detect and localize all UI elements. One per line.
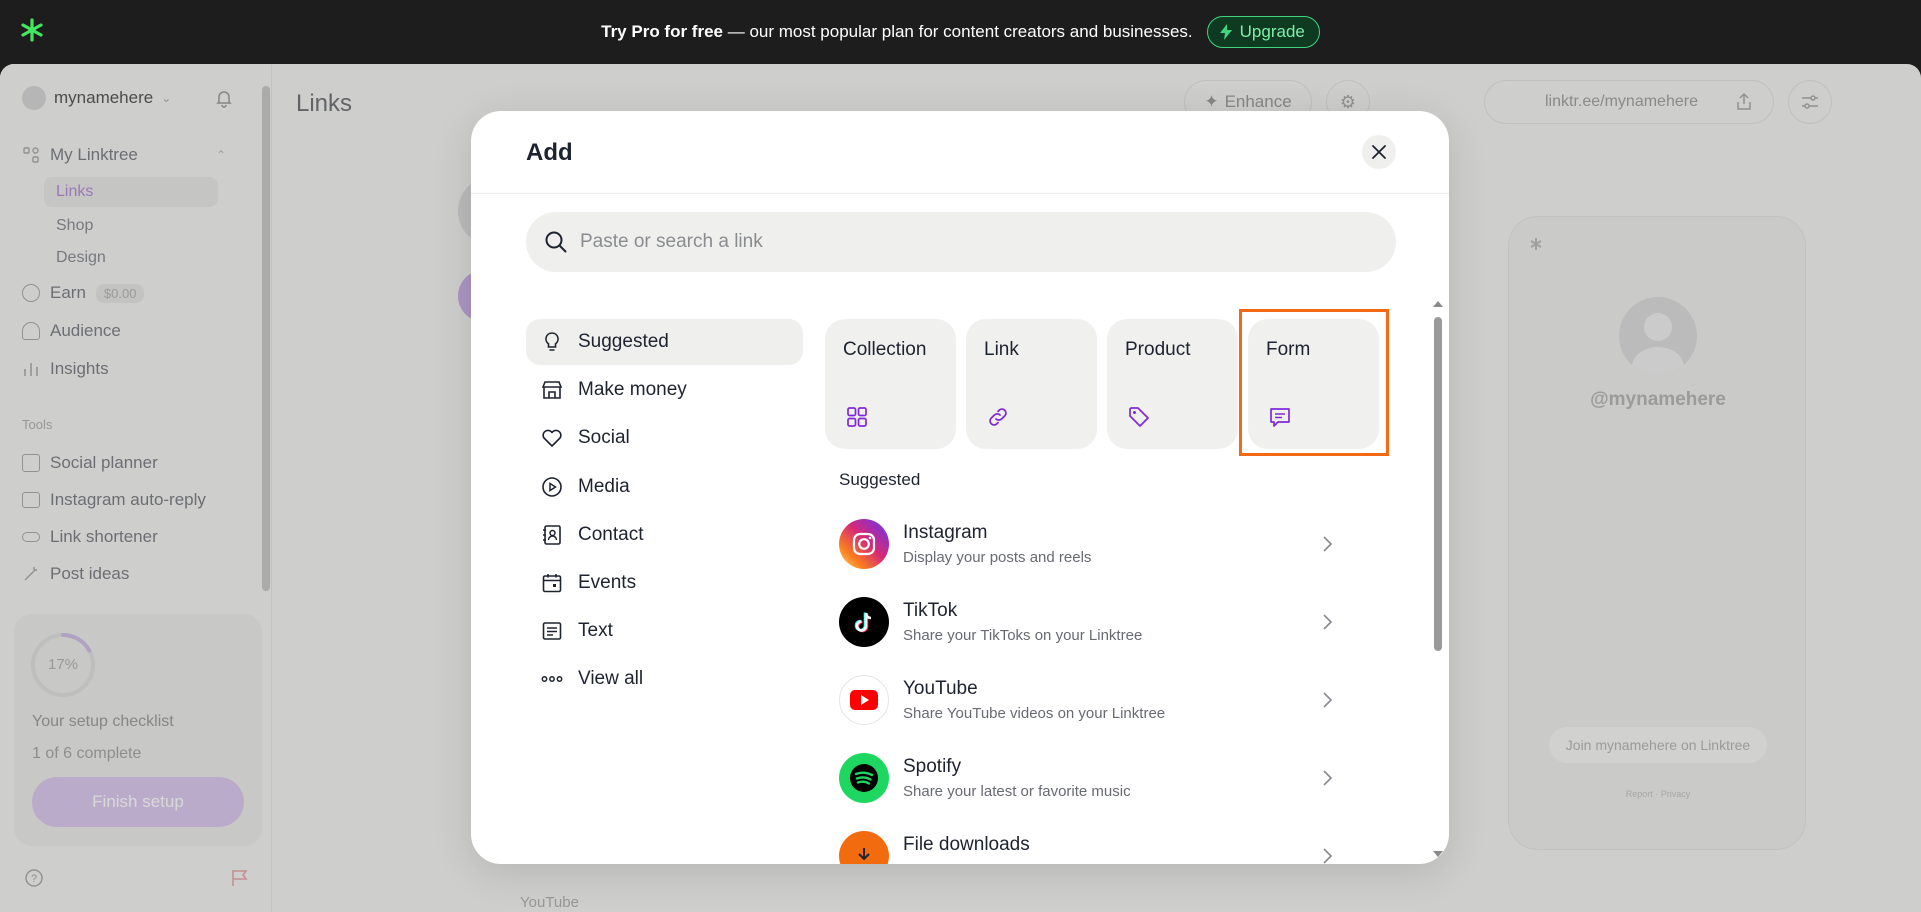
- category-list: Suggested Make money Social Media Contac…: [526, 319, 803, 705]
- close-button[interactable]: [1362, 135, 1396, 169]
- upgrade-label: Upgrade: [1239, 22, 1305, 41]
- storefront-icon: [541, 381, 563, 399]
- linktree-logo-icon[interactable]: [20, 18, 44, 42]
- category-view-all[interactable]: View all: [526, 656, 803, 702]
- category-text[interactable]: Text: [526, 608, 803, 654]
- category-label: Make money: [578, 379, 687, 401]
- scroll-up-arrow[interactable]: [1433, 301, 1443, 307]
- chevron-right-icon: [1323, 536, 1333, 552]
- lightbulb-icon: [545, 332, 559, 351]
- heart-icon: [542, 429, 562, 448]
- category-social[interactable]: Social: [526, 415, 803, 461]
- category-label: View all: [578, 668, 644, 690]
- suggestion-name: YouTube: [903, 678, 978, 699]
- suggested-list: Instagram Display your posts and reels T…: [839, 519, 1359, 864]
- tile-link[interactable]: Link: [966, 319, 1097, 449]
- list-item-spotify[interactable]: Spotify Share your latest or favorite mu…: [839, 753, 1359, 831]
- suggestion-desc: Share your TikToks on your Linktree: [903, 627, 1143, 644]
- chevron-right-icon: [1323, 770, 1333, 786]
- calendar-icon: [542, 573, 562, 593]
- grid-icon: [847, 407, 867, 427]
- suggestion-desc: Share your latest or favorite music: [903, 783, 1131, 800]
- category-label: Contact: [578, 523, 644, 545]
- suggestion-desc: Display your posts and reels: [903, 549, 1092, 566]
- form-tile-highlight: [1239, 309, 1389, 456]
- tile-product[interactable]: Product: [1107, 319, 1238, 449]
- suggested-heading: Suggested: [839, 470, 921, 489]
- tile-label: Collection: [843, 339, 927, 360]
- category-media[interactable]: Media: [526, 464, 803, 510]
- chevron-right-icon: [1323, 692, 1333, 708]
- list-item-tiktok[interactable]: TikTok Share your TikToks on your Linktr…: [839, 597, 1359, 675]
- category-contact[interactable]: Contact: [526, 512, 803, 558]
- tile-label: Product: [1125, 339, 1191, 360]
- category-label: Media: [578, 475, 630, 497]
- add-dialog: Add Suggested Make money Social Media Co…: [471, 111, 1449, 864]
- list-item-file-downloads[interactable]: File downloads: [839, 831, 1359, 864]
- more-dots-icon: [541, 676, 563, 683]
- search-bar[interactable]: [526, 212, 1396, 272]
- category-make-money[interactable]: Make money: [526, 367, 803, 413]
- category-label: Events: [578, 571, 637, 593]
- list-item-instagram[interactable]: Instagram Display your posts and reels: [839, 519, 1359, 597]
- category-events[interactable]: Events: [526, 560, 803, 606]
- scroll-down-arrow[interactable]: [1433, 851, 1443, 857]
- play-icon: [542, 476, 562, 497]
- suggestion-desc: Share YouTube videos on your Linktree: [903, 705, 1166, 722]
- tag-icon: [1129, 407, 1149, 427]
- download-icon: [839, 831, 889, 864]
- search-input[interactable]: [580, 231, 1360, 253]
- dialog-scrollbar[interactable]: [1434, 317, 1442, 651]
- suggestion-name: Instagram: [903, 522, 988, 543]
- upgrade-button[interactable]: Upgrade: [1206, 16, 1320, 48]
- category-label: Text: [578, 620, 613, 642]
- tile-label: Link: [984, 339, 1019, 360]
- youtube-icon: [839, 675, 889, 725]
- category-suggested[interactable]: Suggested: [526, 319, 803, 365]
- category-label: Social: [578, 427, 630, 449]
- instagram-icon: [839, 519, 889, 569]
- tile-collection[interactable]: Collection: [825, 319, 956, 449]
- spotify-icon: [839, 753, 889, 803]
- suggestion-name: File downloads: [903, 834, 1030, 855]
- suggestion-name: TikTok: [903, 600, 958, 621]
- promo-text: Try Pro for free — our most popular plan…: [601, 22, 1193, 42]
- text-lines-icon: [542, 622, 562, 640]
- suggestion-name: Spotify: [903, 756, 962, 777]
- promo-bold: Try Pro for free: [601, 22, 723, 41]
- tiktok-icon: [839, 597, 889, 647]
- divider: [471, 193, 1449, 194]
- lightning-icon: [1219, 24, 1232, 40]
- list-item-youtube[interactable]: YouTube Share YouTube videos on your Lin…: [839, 675, 1359, 753]
- promo-rest: — our most popular plan for content crea…: [723, 22, 1193, 41]
- search-icon: [545, 231, 567, 253]
- dialog-title: Add: [526, 139, 573, 166]
- chevron-right-icon: [1323, 848, 1333, 864]
- close-icon: [1372, 145, 1386, 159]
- promo-banner: Try Pro for free — our most popular plan…: [0, 0, 1921, 64]
- chevron-right-icon: [1323, 614, 1333, 630]
- contact-card-icon: [543, 524, 561, 545]
- link-icon: [989, 408, 1007, 426]
- category-label: Suggested: [578, 331, 669, 352]
